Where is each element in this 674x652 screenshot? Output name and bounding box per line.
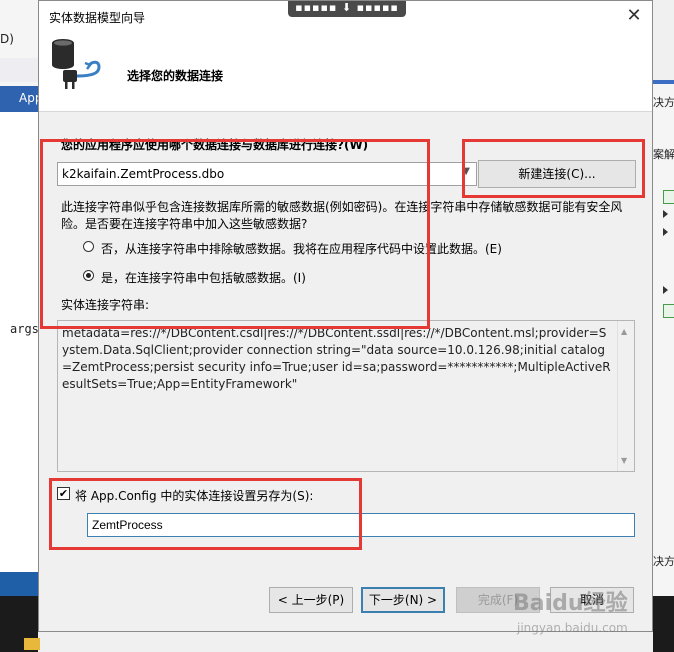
entity-connection-string-box[interactable]: metadata=res://*/DBContent.csdl|res://*/… (57, 320, 635, 472)
close-button[interactable]: ✕ (619, 5, 649, 27)
save-config-label: 将 App.Config 中的实体连接设置另存为(S): (75, 489, 314, 503)
wizard-content: 您的应用程序应使用哪个数据连接与数据库进行连接?(W) k2kaifain.Ze… (39, 112, 652, 567)
radio-label-exclude: 否，从连接字符串中排除敏感数据。我将在应用程序代码中设置此数据。(E) (101, 242, 502, 256)
page-heading: 选择您的数据连接 (127, 69, 224, 83)
status-bar-fragment (0, 572, 38, 596)
drag-grip[interactable]: ▪▪▪▪▪ ⬇ ▪▪▪▪▪ (288, 1, 406, 17)
scroll-down-icon[interactable]: ▼ (621, 452, 627, 469)
csharp-file-icon (663, 190, 674, 204)
solution-explorer-fragment-2: 案解 (653, 148, 674, 161)
toolbar-fragment (0, 58, 38, 82)
watermark: Baidu经验 jingyan.baidu.com (505, 585, 665, 645)
new-connection-button[interactable]: 新建连接(C)... (478, 160, 636, 188)
solution-explorer-fragment-3: 决方 (653, 555, 674, 568)
radio-button-exclude[interactable] (83, 241, 94, 252)
entity-connection-label: 实体连接字符串: (61, 298, 150, 312)
dialog-title: 实体数据模型向导 (49, 11, 146, 25)
watermark-url: jingyan.baidu.com (517, 621, 628, 635)
connection-selected-value: k2kaifain.ZemtProcess.dbo (62, 167, 225, 181)
csharp-file-icon (663, 304, 674, 318)
code-fragment: args (10, 322, 39, 336)
sensitive-data-warning: 此连接字符串似乎包含连接数据库所需的敏感数据(例如密码)。在连接字符串中存储敏感… (61, 200, 623, 231)
accent-line (653, 80, 674, 84)
radio-button-include[interactable] (83, 270, 94, 281)
wizard-header: 选择您的数据连接 (39, 31, 652, 111)
folder-icon[interactable] (24, 638, 40, 650)
database-connection-icon (49, 37, 105, 97)
connection-name-input[interactable] (87, 513, 635, 537)
watermark-brand: Baidu经验 (513, 591, 628, 616)
toolbar-fragment-right (653, 0, 674, 80)
expand-arrow-icon[interactable] (663, 228, 668, 236)
previous-button[interactable]: < 上一步(P) (269, 587, 353, 613)
connection-dropdown[interactable]: k2kaifain.ZemtProcess.dbo ▼ (57, 162, 477, 186)
background-ide-left: D) App args (0, 0, 42, 652)
entity-data-model-wizard-dialog: 实体数据模型向导 ✕ ▪▪▪▪▪ ⬇ ▪▪▪▪▪ 选择您的数据连接 您的应用程序… (38, 0, 653, 632)
menu-fragment: D) (0, 32, 14, 46)
tab-fragment[interactable]: App (0, 86, 42, 112)
code-editor-fragment: args (0, 112, 39, 572)
connection-question: 您的应用程序应使用哪个数据连接与数据库进行连接?(W) (61, 138, 369, 152)
expand-arrow-icon[interactable] (663, 286, 668, 294)
entity-connection-string: metadata=res://*/DBContent.csdl|res://*/… (62, 326, 611, 391)
background-ide-right: 决方 案解 决方 (653, 0, 674, 652)
taskbar-fragment (0, 596, 40, 652)
expand-arrow-icon[interactable] (663, 210, 668, 218)
radio-label-include: 是，在连接字符串中包括敏感数据。(I) (101, 271, 306, 285)
save-config-checkbox[interactable]: ✔ (57, 487, 70, 500)
chevron-down-icon[interactable]: ▼ (462, 166, 470, 177)
scroll-up-icon[interactable]: ▲ (621, 323, 627, 340)
vertical-scrollbar[interactable]: ▲ ▼ (617, 321, 634, 471)
next-button[interactable]: 下一步(N) > (361, 587, 445, 613)
solution-explorer-fragment: 决方 (653, 96, 674, 109)
